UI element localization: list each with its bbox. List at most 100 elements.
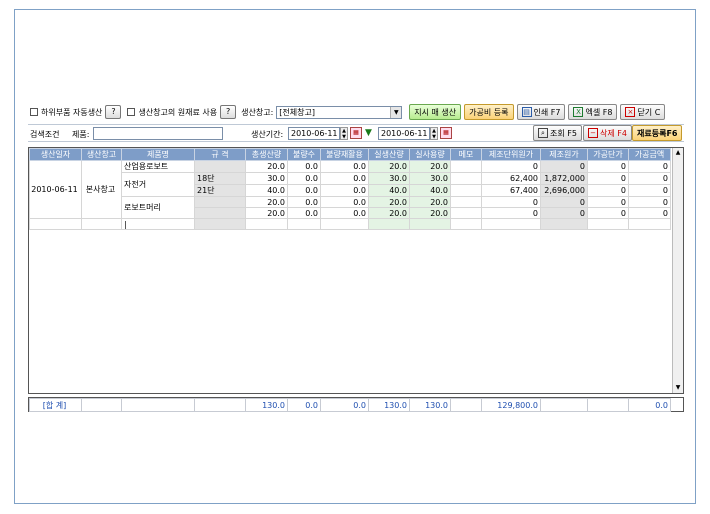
close-button[interactable]: × 닫기 C [620, 104, 666, 120]
spec-cell[interactable] [194, 207, 246, 219]
empty-cell[interactable] [245, 218, 288, 230]
real-qty-cell[interactable]: 20.0 [368, 196, 410, 208]
use-qty-cell[interactable]: 20.0 [409, 160, 451, 173]
col-header[interactable]: 총생산량 [245, 148, 288, 161]
defect-cell[interactable]: 0.0 [287, 207, 321, 219]
col-header[interactable]: 가공금액 [628, 148, 671, 161]
use-qty-cell[interactable]: 20.0 [409, 196, 451, 208]
memo-cell[interactable] [450, 160, 482, 173]
empty-cell[interactable] [628, 218, 671, 230]
warehouse-cell[interactable]: 본사창고 [81, 160, 122, 219]
help-button-2[interactable]: ? [220, 105, 237, 119]
product-name-cell[interactable]: 산업용로보트 [121, 160, 195, 173]
total-qty-cell[interactable]: 30.0 [245, 172, 288, 185]
memo-cell[interactable] [450, 184, 482, 197]
vertical-scrollbar[interactable]: ▲ ▼ [672, 148, 683, 393]
col-header[interactable]: 실사용량 [409, 148, 451, 161]
unit-cost-cell[interactable]: 67,400 [481, 184, 541, 197]
col-header[interactable]: 실생산량 [368, 148, 410, 161]
calendar-icon[interactable]: ▦ [440, 127, 452, 139]
proc-amount-cell[interactable]: 0 [628, 172, 671, 185]
table-row[interactable]: 2010-06-11 본사창고 산업용로보트 20.0 0.0 0.0 20.0… [29, 160, 671, 219]
use-qty-cell[interactable]: 30.0 [409, 172, 451, 185]
table-row[interactable]: 자전거 18단 30.0 0.0 0.0 30.0 30.0 62,400 1,… [30, 172, 671, 197]
use-qty-cell[interactable]: 20.0 [409, 207, 451, 219]
help-button-1[interactable]: ? [105, 105, 122, 119]
real-qty-cell[interactable]: 40.0 [368, 184, 410, 197]
register-button[interactable]: 재료등록F6 [632, 125, 683, 141]
empty-cell[interactable] [29, 218, 82, 230]
warehouse-select[interactable]: [전체창고] ▼ [276, 105, 403, 119]
date-to-spinner[interactable]: ▲ ▼ [430, 127, 438, 140]
real-qty-cell[interactable]: 20.0 [368, 160, 410, 173]
proc-amount-cell[interactable]: 0 [628, 184, 671, 197]
total-qty-cell[interactable]: 20.0 [245, 207, 288, 219]
spec-cell[interactable]: 21단 [194, 184, 246, 197]
cost-cell[interactable]: 1,872,000 [540, 172, 588, 185]
col-header[interactable]: 규 격 [194, 148, 246, 161]
production-date-cell[interactable]: 2010-06-11 [29, 160, 82, 219]
total-qty-cell[interactable]: 20.0 [245, 160, 288, 173]
recycle-cell[interactable]: 0.0 [320, 160, 369, 173]
total-qty-cell[interactable]: 20.0 [245, 196, 288, 208]
scroll-up-icon[interactable]: ▲ [673, 148, 683, 158]
col-header[interactable]: 제조단위원가 [481, 148, 541, 161]
cost-cell[interactable]: 2,696,000 [540, 184, 588, 197]
col-header[interactable]: 메모 [450, 148, 482, 161]
product-name-cell[interactable]: 자전거 [121, 172, 195, 197]
empty-cell[interactable] [81, 218, 122, 230]
proc-amount-cell[interactable]: 0 [628, 196, 671, 208]
real-qty-cell[interactable]: 30.0 [368, 172, 410, 185]
empty-cell[interactable] [481, 218, 541, 230]
proc-amount-cell[interactable]: 0 [628, 207, 671, 219]
recycle-cell[interactable]: 0.0 [320, 207, 369, 219]
memo-cell[interactable] [450, 172, 482, 185]
col-header[interactable]: 제조원가 [540, 148, 588, 161]
empty-cell[interactable] [320, 218, 369, 230]
date-to-input[interactable]: 2010-06-11 [378, 127, 430, 140]
empty-cell[interactable] [450, 218, 482, 230]
col-header[interactable]: 가공단가 [587, 148, 629, 161]
processing-cost-button[interactable]: 가공비 등록 [464, 104, 514, 120]
date-from-input[interactable]: 2010-06-11 [288, 127, 340, 140]
query-button[interactable]: ⌕ 조회 F5 [533, 125, 582, 141]
table-row-new[interactable]: | [29, 218, 671, 230]
empty-cell[interactable] [287, 218, 321, 230]
defect-cell[interactable]: 0.0 [287, 184, 321, 197]
cost-cell[interactable]: 0 [540, 160, 588, 173]
recycle-cell[interactable]: 0.0 [320, 184, 369, 197]
date-from-spinner[interactable]: ▲ ▼ [340, 127, 348, 140]
new-row-input[interactable]: | [121, 218, 195, 230]
proc-unit-cell[interactable]: 0 [587, 207, 629, 219]
defect-cell[interactable]: 0.0 [287, 172, 321, 185]
empty-cell[interactable] [409, 218, 451, 230]
calendar-icon[interactable]: ▦ [350, 127, 362, 139]
empty-cell[interactable] [194, 218, 246, 230]
unit-cost-cell[interactable]: 0 [481, 196, 541, 208]
memo-cell[interactable] [450, 207, 482, 219]
print-button[interactable]: ▤ 인쇄 F7 [516, 104, 566, 120]
use-qty-cell[interactable]: 40.0 [409, 184, 451, 197]
empty-cell[interactable] [587, 218, 629, 230]
product-input[interactable] [93, 127, 223, 140]
col-header[interactable]: 불량재활용 [320, 148, 369, 161]
table-row[interactable]: 로보트머리 20.0 0.0 0.0 20.0 20.0 0 0 0 0 [30, 196, 671, 219]
unit-cost-cell[interactable]: 62,400 [481, 172, 541, 185]
empty-cell[interactable] [540, 218, 588, 230]
col-header[interactable]: 불량수 [287, 148, 321, 161]
proc-unit-cell[interactable]: 0 [587, 172, 629, 185]
use-raw-checkbox[interactable] [127, 108, 136, 116]
proc-amount-cell[interactable]: 0 [628, 160, 671, 173]
product-name-cell[interactable]: 로보트머리 [121, 196, 195, 219]
col-header[interactable]: 생산창고 [81, 148, 122, 161]
proc-unit-cell[interactable]: 0 [587, 160, 629, 173]
col-header[interactable]: 생산일자 [29, 148, 82, 161]
memo-cell[interactable] [450, 196, 482, 208]
spec-cell[interactable]: 18단 [194, 172, 246, 185]
proc-unit-cell[interactable]: 0 [587, 184, 629, 197]
spec-cell[interactable] [194, 196, 246, 208]
excel-button[interactable]: X 엑셀 F8 [568, 104, 618, 120]
unit-cost-cell[interactable]: 0 [481, 207, 541, 219]
cost-cell[interactable]: 0 [540, 196, 588, 208]
recycle-cell[interactable]: 0.0 [320, 196, 369, 208]
